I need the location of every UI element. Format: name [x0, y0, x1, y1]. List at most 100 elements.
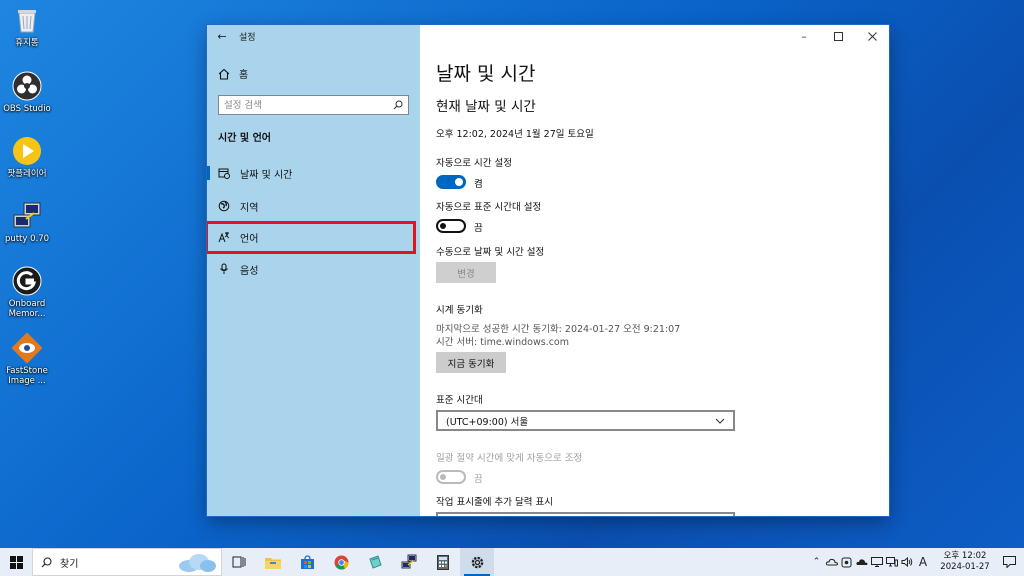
taskbar-search-label: 찾기 [60, 558, 79, 570]
search-icon [393, 100, 403, 110]
title-bar[interactable]: ← 설정 [207, 25, 420, 47]
chevron-up-icon: ⌃ [812, 557, 821, 567]
desktop-icon-recycle-bin[interactable]: 휴지통 [2, 4, 52, 48]
taskbar-app-explorer[interactable] [256, 548, 290, 576]
folder-icon [265, 557, 281, 569]
gear-icon [471, 556, 483, 568]
putty-icon [11, 200, 43, 232]
sidebar-item-speech[interactable]: 음성 [207, 254, 420, 284]
obs-icon [11, 70, 43, 102]
auto-timezone-state: 끔 [474, 223, 483, 234]
sidebar: ← 설정 홈 시간 및 언어 날짜 및 시간 지역 [207, 25, 420, 516]
tray-cloud-button[interactable] [824, 548, 839, 576]
maximize-button[interactable] [821, 25, 855, 47]
desktop-icon-potplayer[interactable]: 팟플레이어 [2, 135, 52, 179]
close-icon [867, 31, 877, 41]
desktop-icon-label: putty 0.70 [4, 234, 50, 244]
timezone-heading: 표준 시간대 [436, 395, 483, 406]
taskbar-clock[interactable]: 오후 12:02 2024-01-27 [936, 551, 994, 573]
monitor-icon [870, 557, 883, 567]
auto-time-label: 자동으로 시간 설정 [436, 158, 512, 169]
tray-volume-button[interactable] [899, 548, 914, 576]
taskbar-search[interactable]: 찾기 [32, 548, 222, 576]
search-input[interactable] [224, 99, 393, 111]
onedrive-icon [825, 558, 838, 566]
desktop-icon-onboard-memory[interactable]: Onboard Memor... [2, 265, 52, 319]
desktop-icon-label: 팟플레이어 [7, 169, 47, 179]
back-button[interactable]: ← [207, 25, 237, 47]
sidebar-item-date-time[interactable]: 날짜 및 시간 [207, 158, 420, 188]
notes-icon [368, 555, 382, 569]
cloud-sync-icon [855, 559, 867, 565]
chrome-icon [334, 555, 349, 570]
arrow-left-icon: ← [217, 29, 227, 43]
taskbar-app-notes[interactable] [358, 548, 392, 576]
taskbar-app-store[interactable] [290, 548, 324, 576]
calendar-select[interactable] [436, 512, 735, 516]
onboard-memory-icon [11, 265, 43, 297]
notification-button[interactable] [994, 548, 1024, 576]
change-button[interactable]: 변경 [436, 262, 496, 283]
tray-expand-button[interactable]: ⌃ [809, 548, 824, 576]
desktop-icon-label: FastStone Image ... [6, 366, 48, 386]
taskbar-app-chrome[interactable] [324, 548, 358, 576]
close-button[interactable] [855, 25, 889, 47]
desktop-icon-label: OBS Studio [3, 104, 51, 114]
potplayer-icon [11, 135, 43, 167]
sync-server: 시간 서버: time.windows.com [436, 337, 569, 348]
taskbar-app-putty[interactable] [392, 548, 426, 576]
dst-toggle[interactable] [436, 470, 466, 484]
desktop-icon-label: Onboard Memor... [8, 299, 46, 319]
cloud-icon [179, 554, 216, 572]
taskbar-calendar-label: 작업 표시줄에 추가 달력 표시 [436, 497, 553, 508]
taskbar: 찾기 ⌃ A 오후 12:02 2024-01-27 [0, 548, 1024, 576]
auto-time-toggle[interactable] [436, 175, 466, 189]
settings-window: ← 설정 홈 시간 및 언어 날짜 및 시간 지역 [207, 25, 889, 516]
microphone-icon [218, 263, 230, 275]
window-title: 설정 [239, 32, 256, 43]
calendar-clock-icon [218, 167, 230, 179]
task-view-button[interactable] [222, 548, 256, 576]
home-label: 홈 [239, 70, 249, 81]
sync-heading: 시계 동기화 [436, 305, 483, 316]
taskbar-app-calculator[interactable] [426, 548, 460, 576]
sidebar-item-label: 음성 [240, 265, 259, 277]
notification-icon [1002, 556, 1016, 568]
current-datetime: 오후 12:02, 2024년 1월 27일 토요일 [436, 129, 594, 140]
desktop-icon-obs[interactable]: OBS Studio [2, 70, 52, 114]
sync-last-time: 마지막으로 성공한 시간 동기화: 2024-01-27 오전 9:21:07 [436, 324, 681, 335]
taskbar-app-settings[interactable] [460, 548, 494, 576]
timezone-select[interactable]: (UTC+09:00) 서울 [436, 410, 735, 431]
desktop-icon-faststone[interactable]: FastStone Image ... [2, 332, 52, 386]
globe-icon [218, 200, 230, 212]
dst-state: 끔 [474, 474, 483, 485]
sidebar-item-label: 지역 [240, 202, 259, 214]
tray-app-button[interactable] [839, 548, 854, 576]
content-pane: – 날짜 및 시간 현재 날짜 및 시간 오후 12:02, 2024년 1월 … [420, 25, 889, 516]
recycle-bin-icon [11, 4, 43, 36]
start-button[interactable] [0, 548, 32, 576]
desktop-icon-label: 휴지통 [15, 38, 39, 48]
maximize-icon [833, 31, 843, 41]
minimize-icon: – [801, 29, 807, 43]
tray-display-button[interactable] [869, 548, 884, 576]
window-controls: – [787, 25, 889, 47]
tray-cloud2-button[interactable] [854, 548, 869, 576]
tray-network-button[interactable] [884, 548, 899, 576]
sidebar-item-home[interactable]: 홈 [218, 66, 248, 81]
chevron-down-icon [715, 418, 725, 424]
settings-search[interactable] [218, 95, 409, 115]
sidebar-item-region[interactable]: 지역 [207, 191, 420, 221]
dst-label: 일광 절약 시간에 맞게 자동으로 조정 [436, 453, 583, 464]
sync-now-button[interactable]: 지금 동기화 [436, 352, 506, 373]
clock-time: 오후 12:02 [943, 551, 987, 561]
store-icon [300, 554, 314, 569]
manual-datetime-label: 수동으로 날짜 및 시간 설정 [436, 247, 545, 258]
auto-timezone-toggle[interactable] [436, 219, 466, 233]
minimize-button[interactable]: – [787, 25, 821, 47]
faststone-icon [11, 332, 43, 364]
ime-indicator[interactable]: A [914, 548, 932, 576]
page-title: 날짜 및 시간 [436, 63, 536, 85]
desktop-icon-putty[interactable]: putty 0.70 [2, 200, 52, 244]
search-icon [41, 556, 52, 567]
